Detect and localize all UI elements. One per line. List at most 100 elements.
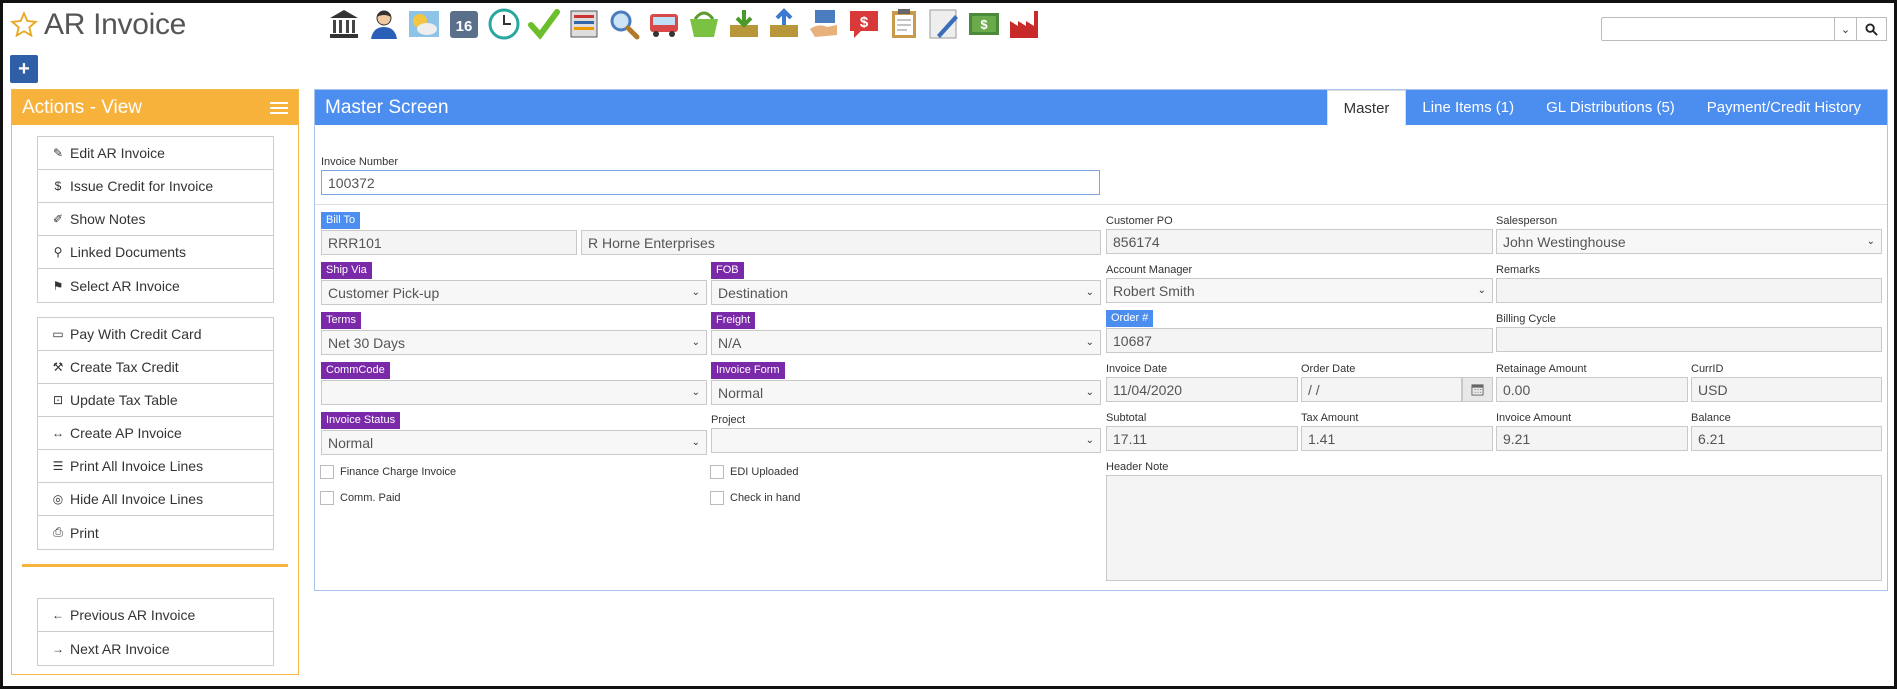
comm-paid-checkbox[interactable] bbox=[320, 491, 334, 505]
previous-ar-invoice-button[interactable]: ← Previous AR Invoice bbox=[38, 599, 273, 632]
customer-po-input[interactable]: 856174 bbox=[1106, 229, 1493, 254]
clock-icon[interactable] bbox=[486, 5, 522, 43]
subtotal-input[interactable]: 17.11 bbox=[1106, 426, 1298, 451]
order-date-field: Order Date / / bbox=[1301, 362, 1493, 402]
chevron-down-icon[interactable]: ⌄ bbox=[1835, 17, 1857, 41]
account-manager-select[interactable]: Robert Smith ⌄ bbox=[1106, 278, 1493, 303]
pay-with-credit-card-button[interactable]: ▭ Pay With Credit Card bbox=[38, 318, 273, 351]
select-ar-invoice-button[interactable]: ⚑ Select AR Invoice bbox=[38, 269, 273, 302]
chat-dollar-icon[interactable]: $ bbox=[846, 5, 882, 43]
freight-label[interactable]: Freight bbox=[711, 312, 756, 329]
bill-to-label[interactable]: Bill To bbox=[321, 212, 361, 229]
ship-via-select[interactable]: Customer Pick-up ⌄ bbox=[321, 280, 707, 305]
curr-id-input[interactable]: USD bbox=[1691, 377, 1882, 402]
order-number-input[interactable]: 10687 bbox=[1106, 328, 1493, 353]
terms-select[interactable]: Net 30 Days ⌄ bbox=[321, 330, 707, 355]
ship-via-label[interactable]: Ship Via bbox=[321, 262, 372, 279]
tab-gl-distributions[interactable]: GL Distributions (5) bbox=[1530, 90, 1691, 125]
chevron-down-icon: ⌄ bbox=[1085, 435, 1094, 446]
add-button[interactable]: + bbox=[10, 55, 38, 83]
edit-ar-invoice-button[interactable]: ✎ Edit AR Invoice bbox=[38, 137, 273, 170]
commcode-field: CommCode ⌄ bbox=[321, 361, 707, 405]
factory-icon[interactable] bbox=[1006, 5, 1042, 43]
linked-documents-button[interactable]: ⚲ Linked Documents bbox=[38, 236, 273, 269]
next-ar-invoice-button[interactable]: → Next AR Invoice bbox=[38, 632, 273, 665]
star-icon[interactable] bbox=[10, 11, 38, 39]
invoice-form-select[interactable]: Normal ⌄ bbox=[711, 380, 1101, 405]
search-button[interactable] bbox=[1857, 17, 1887, 41]
separator bbox=[315, 204, 1887, 205]
invoice-status-label[interactable]: Invoice Status bbox=[321, 412, 401, 429]
finance-charge-checkbox[interactable] bbox=[320, 465, 334, 479]
order-number-label[interactable]: Order # bbox=[1106, 310, 1154, 327]
weather-icon[interactable] bbox=[406, 5, 442, 43]
action-group-secondary: ▭ Pay With Credit Card ⚒ Create Tax Credit… bbox=[37, 317, 274, 550]
balance-input[interactable]: 6.21 bbox=[1691, 426, 1882, 451]
retainage-amount-input[interactable]: 0.00 bbox=[1496, 377, 1688, 402]
pen-icon[interactable] bbox=[926, 5, 962, 43]
fob-label[interactable]: FOB bbox=[711, 262, 744, 279]
billing-cycle-input[interactable] bbox=[1496, 327, 1882, 352]
eye-slash-icon: ◎ bbox=[52, 492, 64, 506]
dollar-icon: $ bbox=[54, 179, 62, 193]
user-icon[interactable] bbox=[366, 5, 402, 43]
project-field: Project ⌄ bbox=[711, 411, 1101, 453]
retainage-amount-field: Retainage Amount 0.00 bbox=[1496, 362, 1688, 402]
show-notes-button[interactable]: ✐ Show Notes bbox=[38, 203, 273, 236]
terms-label[interactable]: Terms bbox=[321, 312, 361, 329]
edi-uploaded-checkbox[interactable] bbox=[710, 465, 724, 479]
project-select[interactable]: ⌄ bbox=[711, 428, 1101, 453]
bill-to-field: Bill To RRR101 R Horne Enterprises bbox=[321, 211, 1101, 255]
money-icon[interactable]: $ bbox=[966, 5, 1002, 43]
tab-line-items[interactable]: Line Items (1) bbox=[1406, 90, 1530, 125]
invoice-amount-input[interactable]: 9.21 bbox=[1496, 426, 1688, 451]
invoice-date-input[interactable]: 11/04/2020 bbox=[1106, 377, 1298, 402]
invoice-number-input[interactable]: 100372 bbox=[321, 170, 1100, 195]
remarks-input[interactable] bbox=[1496, 278, 1882, 303]
tab-payment-credit-history[interactable]: Payment/Credit History bbox=[1691, 90, 1877, 125]
tab-master[interactable]: Master bbox=[1326, 90, 1407, 126]
report-icon[interactable] bbox=[566, 5, 602, 43]
hide-all-invoice-lines-button[interactable]: ◎ Hide All Invoice Lines bbox=[38, 483, 273, 516]
app-title: AR Invoice bbox=[10, 8, 186, 42]
invoice-amount-field: Invoice Amount 9.21 bbox=[1496, 411, 1688, 451]
invoice-form-label[interactable]: Invoice Form bbox=[711, 362, 785, 379]
menu-icon[interactable] bbox=[270, 101, 288, 114]
print-button[interactable]: ⎙ Print bbox=[38, 516, 273, 549]
search-input[interactable] bbox=[1601, 17, 1835, 41]
bill-to-name-input[interactable]: R Horne Enterprises bbox=[581, 230, 1101, 255]
clipboard-icon[interactable] bbox=[886, 5, 922, 43]
check-in-hand-checkbox[interactable] bbox=[710, 491, 724, 505]
edit-note-icon: ✐ bbox=[52, 212, 64, 226]
basket-icon[interactable] bbox=[686, 5, 722, 43]
search-icon[interactable] bbox=[606, 5, 642, 43]
customer-po-field: Customer PO 856174 bbox=[1106, 214, 1493, 254]
calendar-picker-icon[interactable] bbox=[1462, 377, 1493, 402]
upload-icon[interactable] bbox=[766, 5, 802, 43]
issue-credit-button[interactable]: $ Issue Credit for Invoice bbox=[38, 170, 273, 203]
calendar-icon[interactable]: 16 bbox=[446, 5, 482, 43]
freight-select[interactable]: N/A ⌄ bbox=[711, 330, 1101, 355]
commcode-select[interactable]: ⌄ bbox=[321, 380, 707, 405]
print-all-invoice-lines-button[interactable]: ☰ Print All Invoice Lines bbox=[38, 450, 273, 483]
order-date-input[interactable]: / / bbox=[1301, 377, 1462, 402]
page-title: AR Invoice bbox=[44, 8, 187, 41]
create-ap-invoice-button[interactable]: ↔ Create AP Invoice bbox=[38, 417, 273, 450]
hand-card-icon[interactable] bbox=[806, 5, 842, 43]
bank-icon[interactable] bbox=[326, 5, 362, 43]
bill-to-code-input[interactable]: RRR101 bbox=[321, 230, 577, 255]
inbox-download-icon[interactable] bbox=[726, 5, 762, 43]
tab-bar: Master Line Items (1) GL Distributions (… bbox=[1326, 90, 1877, 126]
check-icon[interactable] bbox=[526, 5, 562, 43]
check-in-hand-checkbox-row: Check in hand bbox=[710, 491, 800, 505]
invoice-status-select[interactable]: Normal ⌄ bbox=[321, 430, 707, 455]
commcode-label[interactable]: CommCode bbox=[321, 362, 390, 379]
fob-select[interactable]: Destination ⌄ bbox=[711, 280, 1101, 305]
truck-icon[interactable] bbox=[646, 5, 682, 43]
actions-title: Actions - View bbox=[22, 96, 143, 118]
create-tax-credit-button[interactable]: ⚒ Create Tax Credit bbox=[38, 351, 273, 384]
update-tax-table-button[interactable]: ⊡ Update Tax Table bbox=[38, 384, 273, 417]
tax-amount-input[interactable]: 1.41 bbox=[1301, 426, 1493, 451]
header-note-textarea[interactable] bbox=[1106, 475, 1882, 581]
salesperson-select[interactable]: John Westinghouse ⌄ bbox=[1496, 229, 1882, 254]
